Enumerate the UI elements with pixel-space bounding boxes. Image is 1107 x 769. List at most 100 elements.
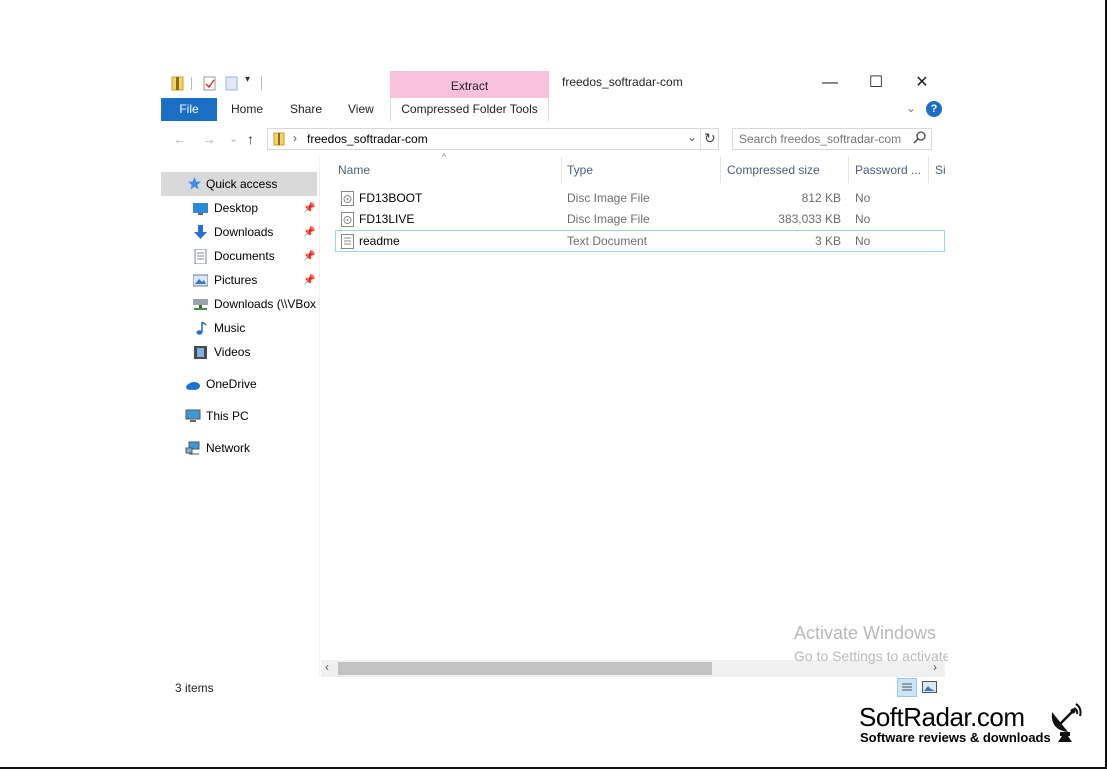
scroll-left-icon[interactable]: ‹: [325, 660, 329, 674]
tab-view[interactable]: View: [348, 98, 374, 121]
tab-share[interactable]: Share: [290, 98, 322, 121]
column-separator[interactable]: [561, 157, 562, 183]
column-header-size[interactable]: Si: [935, 157, 945, 183]
pin-icon[interactable]: 📌: [303, 251, 315, 262]
address-bar[interactable]: › freedos_softradar-com ⌄ ↻: [267, 128, 719, 150]
tab-compressed-folder-tools[interactable]: Compressed Folder Tools: [390, 98, 549, 121]
column-header-name[interactable]: Name: [338, 157, 370, 183]
tab-file[interactable]: File: [161, 98, 217, 121]
sidebar-item-this-pc[interactable]: This PC: [206, 405, 249, 427]
tab-extract[interactable]: Extract: [390, 71, 549, 98]
ribbon-expand-icon[interactable]: ⌄: [906, 101, 916, 115]
sort-ascending-icon: ^: [442, 152, 447, 162]
onedrive-icon: [185, 377, 200, 392]
sidebar-item-network-downloads[interactable]: Downloads (\\VBox: [214, 293, 318, 315]
brand-name: SoftRadar.com: [859, 702, 1025, 732]
column-header-password[interactable]: Password ...: [855, 157, 921, 183]
new-folder-icon[interactable]: [225, 76, 238, 91]
search-icon[interactable]: [913, 131, 926, 148]
network-drive-icon: [193, 297, 208, 312]
pane-divider[interactable]: [319, 156, 320, 676]
up-button[interactable]: ↑: [247, 128, 254, 150]
pictures-icon: [192, 273, 209, 288]
back-button[interactable]: ←: [173, 128, 187, 150]
sidebar-item-downloads[interactable]: Downloads: [214, 221, 273, 243]
qat-divider: [261, 76, 262, 90]
table-row[interactable]: readme Text Document 3 KB No: [335, 230, 945, 252]
file-type: Disc Image File: [567, 191, 650, 205]
breadcrumb-chevron-icon: ›: [293, 131, 297, 145]
file-password: No: [855, 234, 871, 248]
file-size: 383,033 KB: [778, 212, 841, 226]
details-view-icon[interactable]: [897, 678, 917, 697]
table-row[interactable]: FD13BOOT Disc Image File 812 KB No: [335, 188, 945, 209]
table-row[interactable]: FD13LIVE Disc Image File 383,033 KB No: [335, 209, 945, 230]
scrollbar-thumb[interactable]: [338, 662, 712, 675]
minimize-button[interactable]: —: [807, 68, 853, 98]
sidebar-item-music[interactable]: Music: [214, 317, 245, 339]
star-icon: [187, 176, 202, 191]
close-button[interactable]: ✕: [899, 68, 945, 98]
search-box[interactable]: [732, 128, 932, 150]
refresh-button[interactable]: ↻: [704, 130, 716, 147]
window-title: freedos_softradar-com: [562, 75, 683, 89]
sidebar-item-pictures[interactable]: Pictures: [214, 269, 257, 291]
recent-locations-button[interactable]: ⌄: [229, 128, 238, 150]
help-icon[interactable]: ?: [926, 101, 942, 117]
sidebar-item-quick-access[interactable]: Quick access: [206, 173, 277, 195]
satellite-dish-icon: [1046, 700, 1086, 745]
desktop-icon: [193, 201, 208, 216]
music-icon: [193, 321, 208, 336]
ribbon-tabs: File Home Share View Compressed Folder T…: [161, 98, 945, 121]
disc-image-icon: [341, 191, 356, 206]
file-name: readme: [359, 234, 400, 248]
column-separator[interactable]: [720, 157, 721, 183]
file-password: No: [855, 191, 871, 205]
folder-zip-icon[interactable]: [171, 76, 184, 91]
navigation-pane: Quick access Desktop 📌 Downloads 📌 Docum…: [161, 156, 319, 676]
forward-button[interactable]: →: [202, 128, 216, 150]
network-icon: [185, 441, 200, 456]
tab-home[interactable]: Home: [231, 98, 263, 121]
file-type: Text Document: [567, 234, 648, 248]
maximize-button[interactable]: ☐: [853, 68, 899, 98]
file-name: FD13LIVE: [359, 212, 415, 226]
properties-icon[interactable]: [203, 76, 216, 91]
breadcrumb[interactable]: freedos_softradar-com: [307, 132, 428, 146]
sidebar-item-videos[interactable]: Videos: [214, 341, 250, 363]
address-dropdown-icon[interactable]: ⌄: [687, 130, 697, 144]
status-item-count: 3 items: [175, 681, 214, 695]
search-input[interactable]: [739, 131, 909, 147]
column-header-compressed-size[interactable]: Compressed size: [727, 157, 820, 183]
column-header-type[interactable]: Type: [567, 157, 593, 183]
separator-icon: [190, 76, 203, 91]
sidebar-item-onedrive[interactable]: OneDrive: [206, 373, 257, 395]
downloads-icon: [193, 225, 208, 240]
sidebar-item-desktop[interactable]: Desktop: [214, 197, 258, 219]
disc-image-icon: [341, 212, 356, 227]
pin-icon[interactable]: 📌: [303, 275, 315, 286]
file-name: FD13BOOT: [359, 191, 423, 205]
sidebar-item-network[interactable]: Network: [206, 437, 250, 459]
explorer-window: ▾ Extract freedos_softradar-com — ☐ ✕ Fi…: [161, 68, 945, 708]
activate-windows-title: Activate Windows: [794, 623, 937, 643]
brand-tagline: Software reviews & downloads: [860, 730, 1051, 745]
large-icons-view-icon[interactable]: [922, 681, 937, 696]
text-document-icon: [341, 234, 356, 249]
file-password: No: [855, 212, 871, 226]
file-size: 812 KB: [801, 191, 841, 205]
activate-windows-subtitle: Go to Settings to activate Windows.: [794, 648, 948, 664]
column-separator[interactable]: [848, 157, 849, 183]
videos-icon: [193, 345, 208, 360]
documents-icon: [193, 248, 208, 265]
this-pc-icon: [185, 409, 201, 424]
sidebar-item-documents[interactable]: Documents: [214, 245, 275, 267]
column-separator[interactable]: [928, 157, 929, 183]
file-size: 3 KB: [814, 234, 841, 248]
pin-icon[interactable]: 📌: [303, 203, 315, 214]
qat-dropdown-icon[interactable]: ▾: [245, 74, 250, 85]
file-type: Disc Image File: [567, 212, 650, 226]
folder-zip-icon: [273, 132, 285, 149]
address-divider: [700, 129, 701, 149]
pin-icon[interactable]: 📌: [303, 227, 315, 238]
